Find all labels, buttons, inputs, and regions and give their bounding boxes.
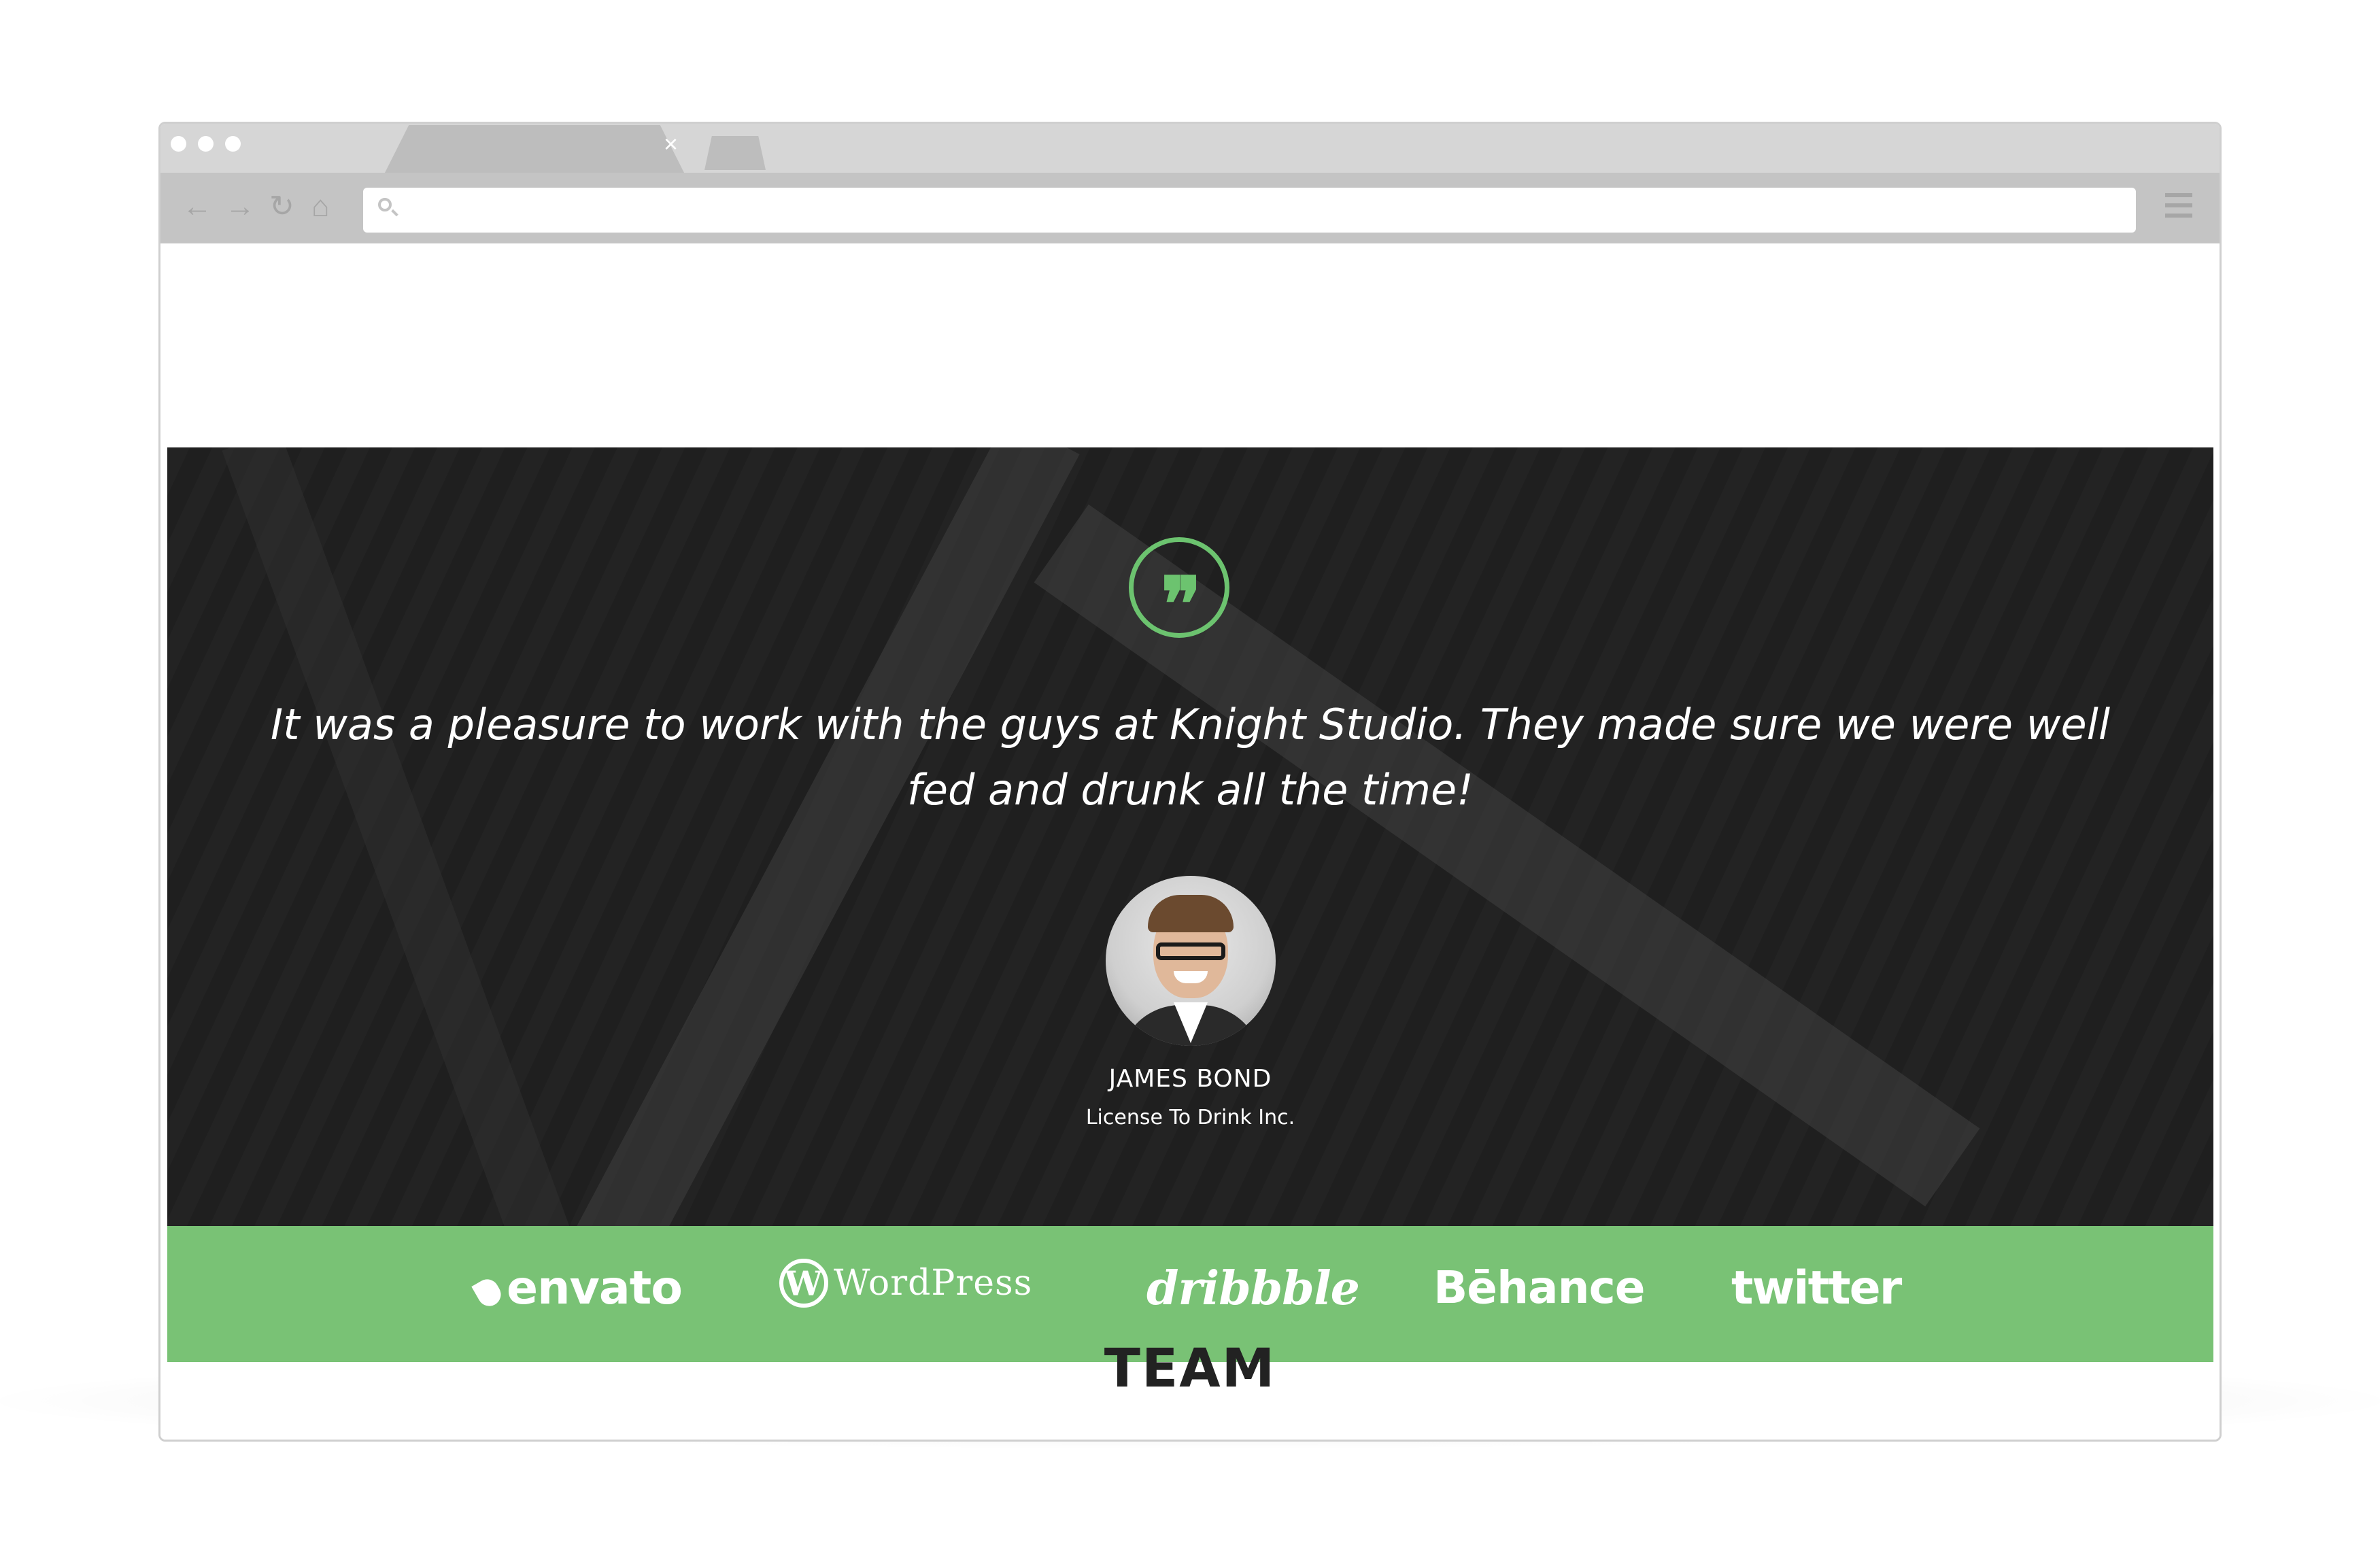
back-arrow-icon[interactable]: ← xyxy=(182,192,212,222)
address-bar[interactable] xyxy=(363,188,2136,233)
home-icon[interactable]: ⌂ xyxy=(311,192,330,222)
browser-window: × ← → ↻ ⌂ ❞ It was a pleasure to work wi… xyxy=(158,122,2222,1442)
browser-tab[interactable] xyxy=(385,125,684,173)
hamburger-menu-icon[interactable] xyxy=(2165,193,2192,220)
team-heading: TEAM xyxy=(1104,1338,1276,1399)
team-section: TEAM xyxy=(160,243,2220,1440)
forward-arrow-icon[interactable]: → xyxy=(225,192,255,222)
window-dot-icon[interactable] xyxy=(171,136,186,152)
browser-toolbar: ← → ↻ ⌂ xyxy=(160,173,2220,243)
browser-titlebar: × xyxy=(160,124,2220,173)
window-dot-icon[interactable] xyxy=(225,136,241,152)
new-tab-button[interactable] xyxy=(704,136,766,170)
page-viewport: ❞ It was a pleasure to work with the guy… xyxy=(160,243,2220,1440)
search-icon xyxy=(378,198,392,211)
close-tab-icon[interactable]: × xyxy=(664,132,678,156)
reload-icon[interactable]: ↻ xyxy=(269,192,294,222)
window-dot-icon[interactable] xyxy=(198,136,214,152)
